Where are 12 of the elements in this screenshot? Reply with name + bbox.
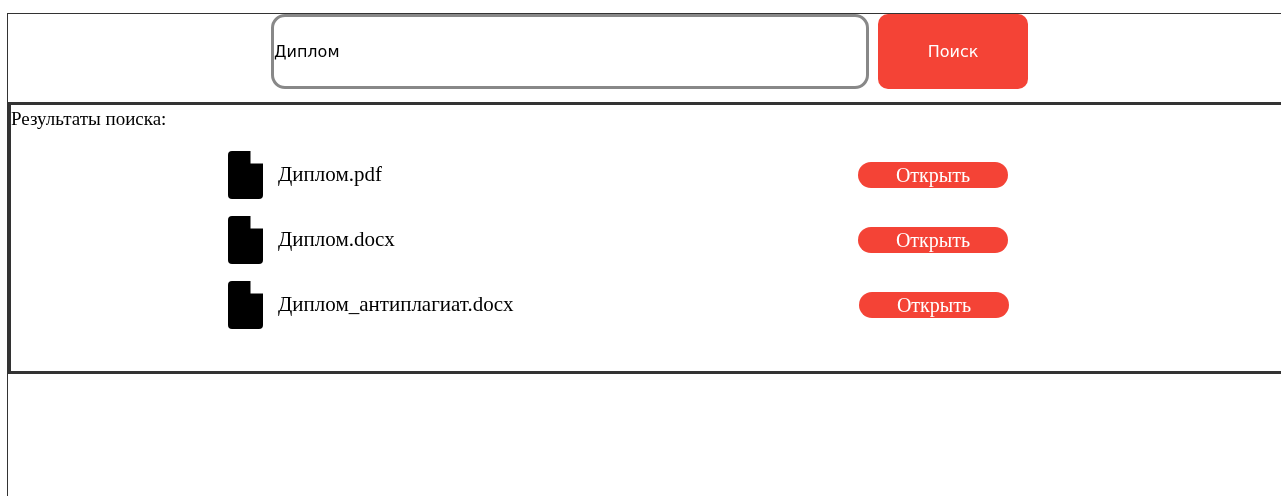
file-name: Диплом.pdf [278,161,383,189]
file-icon [228,215,263,264]
file-name: Диплом.docx [278,226,396,254]
file-name: Диплом_антиплагиат.docx [278,291,515,319]
open-button[interactable]: Открыть [859,291,1009,318]
results-title: Результаты поиска: [11,108,168,131]
search-button[interactable]: Поиск [878,14,1028,89]
search-field[interactable]: Диплом [271,14,869,89]
open-button[interactable]: Открыть [858,161,1008,188]
file-icon [228,150,263,199]
open-button[interactable]: Открыть [858,226,1008,253]
file-icon [228,280,263,329]
